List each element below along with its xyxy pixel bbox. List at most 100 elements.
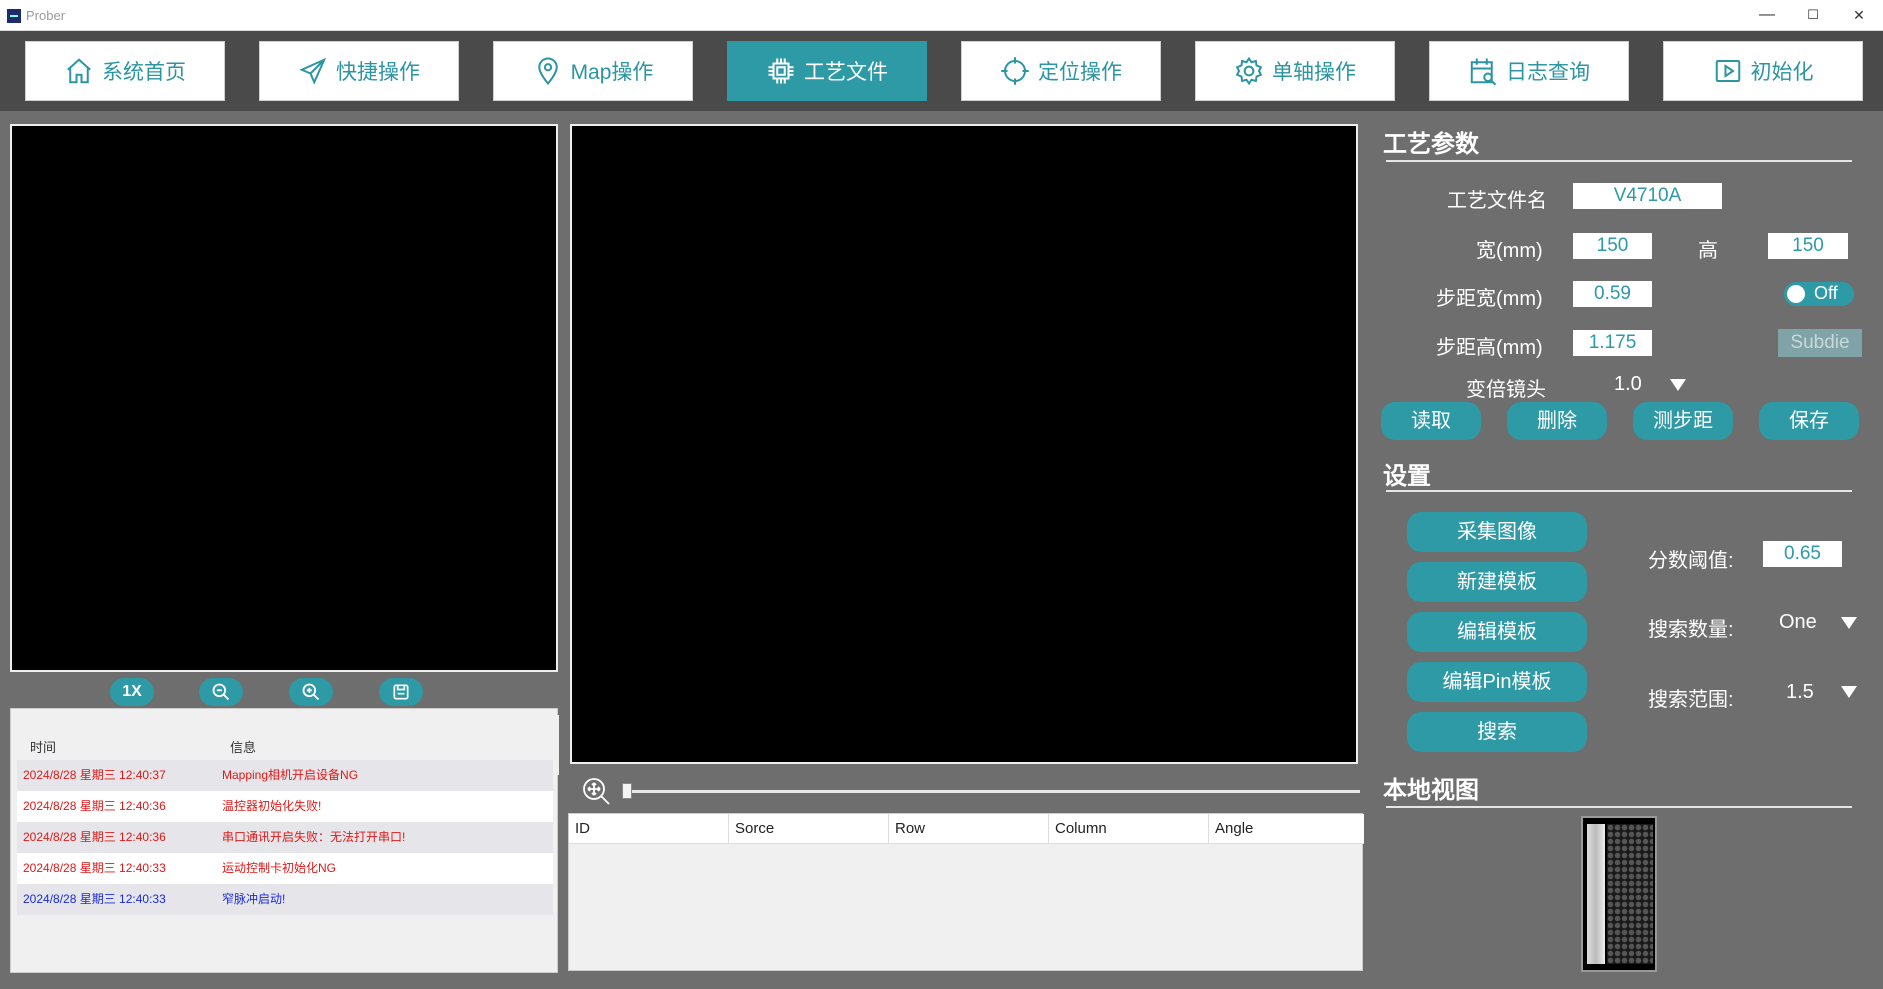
column-header-id[interactable]: ID: [569, 814, 729, 844]
pitch-height-field[interactable]: 1.175: [1573, 330, 1652, 356]
zoom-in-button[interactable]: [289, 678, 333, 706]
log-panel: 时间 信息 2024/8/28 星期三 12:40:37 Mapping相机开启…: [10, 708, 559, 973]
nav-recipe-button[interactable]: 工艺文件: [727, 41, 927, 101]
nav-locate-label: 定位操作: [1038, 61, 1122, 84]
nav-init-button[interactable]: 初始化: [1663, 41, 1863, 101]
crosshair-icon: [1001, 57, 1029, 85]
log-row[interactable]: 2024/8/28 星期三 12:40:37 Mapping相机开启设备NG: [17, 760, 553, 791]
recipe-section-title: 工艺参数: [1383, 131, 1479, 158]
new-template-button[interactable]: 新建模板: [1407, 562, 1587, 602]
log-column-info: 信息: [230, 740, 257, 755]
nav-locate-button[interactable]: 定位操作: [961, 41, 1161, 101]
search-result-table: ID Sorce Row Column Angle: [568, 813, 1364, 971]
zoom-lens-label: 变倍镜头: [1466, 379, 1546, 401]
score-threshold-label: 分数阈值:: [1648, 550, 1734, 572]
maximize-button[interactable]: ☐: [1790, 4, 1836, 26]
capture-image-button[interactable]: 采集图像: [1407, 512, 1587, 552]
search-count-value[interactable]: One: [1779, 611, 1817, 634]
subdie-toggle[interactable]: Off: [1784, 282, 1854, 306]
chevron-down-icon[interactable]: [1841, 617, 1857, 629]
score-threshold-field[interactable]: 0.65: [1763, 541, 1842, 567]
app-icon: [7, 9, 21, 23]
title-bar: Prober — ☐ ✕: [0, 0, 1883, 31]
paper-plane-icon: [299, 57, 327, 85]
pitch-width-field[interactable]: 0.59: [1573, 281, 1652, 307]
divider: [1386, 160, 1852, 162]
log-message: 窄脉冲启动!: [222, 892, 286, 906]
column-header-column[interactable]: Column: [1049, 814, 1209, 844]
nav-axis-button[interactable]: 单轴操作: [1195, 41, 1395, 101]
search-button[interactable]: 搜索: [1407, 712, 1587, 752]
column-header-score[interactable]: Sorce: [729, 814, 889, 844]
nav-axis-label: 单轴操作: [1272, 61, 1356, 84]
measure-pitch-button[interactable]: 测步距: [1633, 402, 1733, 440]
pitch-height-label: 步距高(mm): [1436, 337, 1543, 359]
nav-map-button[interactable]: Map操作: [493, 41, 693, 101]
edit-pin-template-button[interactable]: 编辑Pin模板: [1407, 662, 1587, 702]
log-time: 2024/8/28 星期三 12:40:37: [23, 768, 166, 782]
local-view-thumbnail[interactable]: [1581, 816, 1657, 972]
zoom-slider-track[interactable]: [624, 790, 1360, 793]
save-image-button[interactable]: [379, 678, 423, 706]
edit-template-button[interactable]: 编辑模板: [1407, 612, 1587, 652]
zoom-move-icon[interactable]: [580, 775, 612, 807]
toggle-knob: [1787, 285, 1805, 303]
recipe-name-label: 工艺文件名: [1447, 190, 1547, 212]
log-message: 运动控制卡初始化NG: [222, 861, 337, 875]
nav-map-label: Map操作: [570, 61, 654, 84]
log-row[interactable]: 2024/8/28 星期三 12:40:36 温控器初始化失败!: [17, 791, 553, 822]
log-message: 温控器初始化失败!: [222, 799, 322, 813]
nav-init-label: 初始化: [1750, 61, 1814, 84]
log-time: 2024/8/28 星期三 12:40:33: [23, 861, 166, 875]
nav-log-button[interactable]: 日志查询: [1429, 41, 1629, 101]
map-pin-icon: [537, 57, 558, 86]
thumbnail-grid: [1607, 824, 1653, 964]
zoom-lens-value[interactable]: 1.0: [1614, 373, 1642, 396]
chevron-down-icon[interactable]: [1670, 379, 1686, 391]
zoom-bar: 1X: [10, 672, 558, 708]
camera-view-main[interactable]: [570, 124, 1358, 764]
minimize-button[interactable]: —: [1744, 4, 1790, 26]
log-message: Mapping相机开启设备NG: [222, 768, 359, 782]
nav-home-button[interactable]: 系统首页: [25, 41, 225, 101]
zoom-slider-thumb[interactable]: [622, 783, 632, 799]
save-button[interactable]: 保存: [1759, 402, 1859, 440]
log-row[interactable]: 2024/8/28 星期三 12:40:33 运动控制卡初始化NG: [17, 853, 553, 884]
zoom-1x-button[interactable]: 1X: [110, 678, 154, 706]
zoom-in-icon: [302, 683, 320, 701]
pitch-width-label: 步距宽(mm): [1436, 288, 1543, 310]
divider: [1386, 806, 1852, 808]
search-range-label: 搜索范围:: [1648, 689, 1734, 711]
subdie-button[interactable]: Subdie: [1778, 329, 1862, 357]
height-field[interactable]: 150: [1768, 233, 1848, 259]
column-header-angle[interactable]: Angle: [1209, 814, 1364, 844]
zoom-slider-row: [570, 768, 1360, 812]
zoom-out-button[interactable]: [199, 678, 243, 706]
width-label: 宽(mm): [1476, 240, 1543, 262]
search-range-value[interactable]: 1.5: [1786, 681, 1814, 704]
chevron-down-icon[interactable]: [1841, 686, 1857, 698]
log-row[interactable]: 2024/8/28 星期三 12:40:36 串口通讯开启失败：无法打开串口!: [17, 822, 553, 853]
calendar-search-icon: [1470, 58, 1497, 86]
log-row[interactable]: 2024/8/28 星期三 12:40:33 窄脉冲启动!: [17, 884, 553, 915]
play-icon: [1715, 60, 1740, 82]
camera-view-left[interactable]: [10, 124, 558, 672]
chip-icon: [768, 58, 794, 84]
column-header-row[interactable]: Row: [889, 814, 1049, 844]
nav-recipe-label: 工艺文件: [804, 61, 888, 84]
close-button[interactable]: ✕: [1836, 4, 1882, 26]
gear-icon: [1235, 56, 1263, 86]
log-column-time: 时间: [30, 740, 57, 755]
height-label: 高: [1698, 240, 1718, 262]
log-time: 2024/8/28 星期三 12:40:36: [23, 799, 166, 813]
floppy-disk-icon: [393, 684, 409, 700]
local-view-title: 本地视图: [1383, 777, 1479, 804]
settings-section-title: 设置: [1383, 463, 1431, 490]
width-field[interactable]: 150: [1573, 233, 1652, 259]
recipe-name-field[interactable]: V4710A: [1573, 183, 1722, 209]
home-icon: [67, 58, 91, 84]
read-button[interactable]: 读取: [1381, 402, 1481, 440]
nav-quick-button[interactable]: 快捷操作: [259, 41, 459, 101]
zoom-out-icon: [212, 683, 230, 701]
delete-button[interactable]: 删除: [1507, 402, 1607, 440]
